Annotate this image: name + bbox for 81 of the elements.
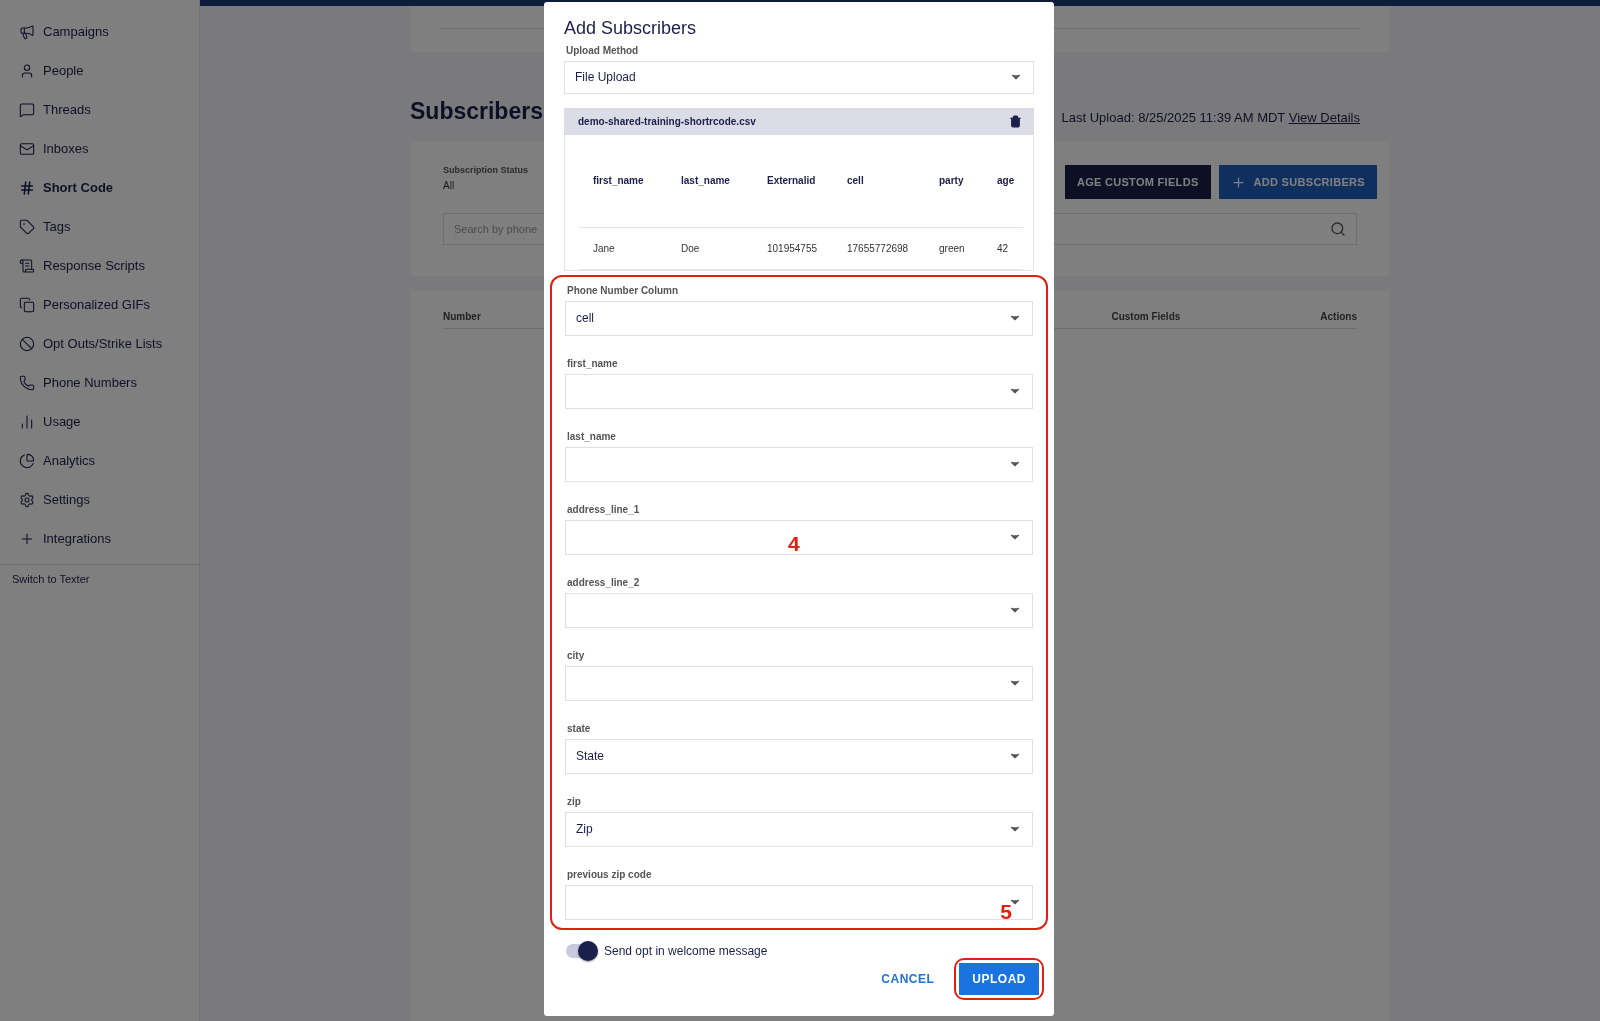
scroll-icon xyxy=(19,257,35,274)
filter-label: Subscription Status xyxy=(443,165,528,175)
sidebar-item[interactable]: People xyxy=(0,51,199,90)
search-icon xyxy=(1330,221,1346,237)
field-label: last_name xyxy=(567,431,617,442)
filter-value[interactable]: All xyxy=(443,180,528,191)
table-header: Externalid xyxy=(753,134,833,228)
table-cell: 17655772698 xyxy=(833,227,925,270)
field-label: address_line_2 xyxy=(567,577,641,588)
last-upload-text: Last Upload: 8/25/2025 11:39 AM MDT View Details xyxy=(1061,110,1360,125)
field-label: state xyxy=(567,723,592,734)
chat-bubble-icon xyxy=(19,101,35,118)
table-header: last_name xyxy=(667,134,753,228)
pie-chart-icon xyxy=(19,452,35,469)
file-header: demo-shared-training-shortrcode.csv xyxy=(564,107,1034,135)
field-label: first_name xyxy=(567,358,619,369)
ban-icon xyxy=(19,335,35,352)
field-label: address_line_1 xyxy=(567,504,641,515)
toggle-switch[interactable] xyxy=(566,944,596,958)
toggle-label: Send opt in welcome message xyxy=(604,944,768,958)
switch-link[interactable]: Switch to Texter xyxy=(0,565,199,593)
callout-number: 5 xyxy=(1000,900,1012,924)
column-header: Custom Fields xyxy=(1111,311,1181,322)
field-label: city xyxy=(567,650,586,661)
sidebar-item[interactable]: Usage xyxy=(0,402,199,441)
sidebar-item[interactable]: Short Code xyxy=(0,168,199,207)
sidebar-item[interactable]: Campaigns xyxy=(0,12,199,51)
sidebar-item[interactable]: Settings xyxy=(0,480,199,519)
sidebar-item[interactable]: Personalized GIFs xyxy=(0,285,199,324)
callout-number: 4 xyxy=(788,532,800,556)
sidebar-item[interactable]: Phone Numbers xyxy=(0,363,199,402)
field-label: zip xyxy=(567,796,582,807)
plus-icon xyxy=(1230,174,1246,190)
select-field[interactable]: File Upload xyxy=(564,61,1034,94)
sidebar-item[interactable]: Integrations xyxy=(0,519,199,558)
bar-chart-icon xyxy=(19,413,35,430)
add-button[interactable]: ADD SUBSCRIBERS xyxy=(1218,165,1377,199)
custom-fields-button[interactable]: AGE CUSTOM FIELDS xyxy=(1064,165,1211,199)
page-title: Subscribers xyxy=(410,98,543,125)
select-field[interactable] xyxy=(565,593,1033,628)
select-field[interactable]: State xyxy=(565,739,1033,774)
table-cell: Doe xyxy=(667,227,753,270)
table-header: cell xyxy=(833,134,925,228)
table-header: age xyxy=(983,134,1023,228)
field-label: Upload Method xyxy=(566,45,640,56)
select-field[interactable] xyxy=(565,666,1033,701)
user-icon xyxy=(19,62,35,79)
select-field[interactable]: Zip xyxy=(565,812,1033,847)
copy-icon xyxy=(19,296,35,313)
upload-button[interactable]: UPLOAD xyxy=(959,963,1039,995)
column-header: Actions xyxy=(1320,311,1357,322)
sidebar-item[interactable]: Opt Outs/Strike Lists xyxy=(0,324,199,363)
mail-icon xyxy=(19,140,35,157)
hash-icon xyxy=(19,179,35,196)
select-field[interactable] xyxy=(565,885,1033,920)
view-details-link[interactable]: View Details xyxy=(1288,110,1360,125)
sidebar-item[interactable]: Analytics xyxy=(0,441,199,480)
sidebar-item[interactable]: Tags xyxy=(0,207,199,246)
dialog-title: Add Subscribers xyxy=(564,18,698,39)
select-field[interactable] xyxy=(565,374,1033,409)
table-cell: 42 xyxy=(983,227,1023,270)
field-label: previous zip code xyxy=(567,869,653,880)
settings-icon xyxy=(19,491,35,508)
sidebar-item[interactable]: Inboxes xyxy=(0,129,199,168)
table-cell: Jane xyxy=(579,227,667,270)
table-cell: green xyxy=(925,227,983,270)
select-field[interactable] xyxy=(565,447,1033,482)
field-label: Phone Number Column xyxy=(567,285,680,296)
column-header: Number xyxy=(443,311,481,322)
table-header: party xyxy=(925,134,983,228)
phone-icon xyxy=(19,374,35,391)
tag-icon xyxy=(19,218,35,235)
select-field[interactable]: cell xyxy=(565,301,1033,336)
table-cell: 101954755 xyxy=(753,227,833,270)
megaphone-icon xyxy=(19,23,35,40)
table-header: first_name xyxy=(579,134,667,228)
sidebar-item[interactable]: Response Scripts xyxy=(0,246,199,285)
sidebar-item[interactable]: Threads xyxy=(0,90,199,129)
cancel-button[interactable]: CANCEL xyxy=(875,971,941,987)
select-field[interactable] xyxy=(565,520,1033,555)
trash-icon[interactable] xyxy=(1009,114,1022,128)
